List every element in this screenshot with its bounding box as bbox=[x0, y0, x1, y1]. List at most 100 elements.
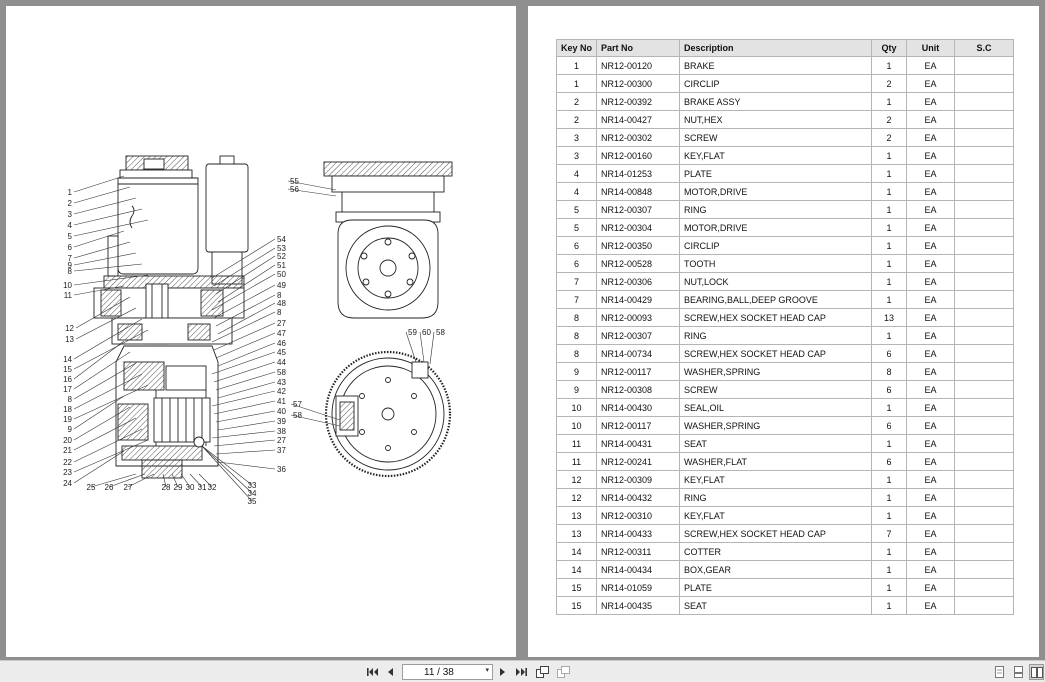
table-row: 6 NR12-00350 CIRCLIP 1 EA bbox=[555, 236, 1015, 255]
cell-sc bbox=[954, 326, 1015, 345]
table-row: 2 NR14-00427 NUT,HEX 2 EA bbox=[555, 110, 1015, 129]
cell-key-no: 12 bbox=[555, 488, 598, 507]
last-page-icon[interactable] bbox=[514, 664, 528, 680]
cell-qty: 2 bbox=[871, 74, 908, 93]
cell-qty: 2 bbox=[871, 128, 908, 147]
cell-key-no: 5 bbox=[555, 200, 598, 219]
cell-sc bbox=[954, 452, 1015, 471]
table-row: 11 NR12-00241 WASHER,FLAT 6 EA bbox=[555, 452, 1015, 471]
cell-qty: 1 bbox=[871, 254, 908, 273]
fit-width-icon[interactable] bbox=[556, 664, 570, 680]
cell-sc bbox=[954, 398, 1015, 417]
cell-qty: 1 bbox=[871, 236, 908, 255]
cell-unit: EA bbox=[906, 200, 956, 219]
cell-unit: EA bbox=[906, 254, 956, 273]
cell-description: PLATE bbox=[679, 578, 873, 597]
cell-description: NUT,HEX bbox=[679, 110, 873, 129]
table-row: 9 NR12-00117 WASHER,SPRING 8 EA bbox=[555, 362, 1015, 381]
cell-qty: 1 bbox=[871, 164, 908, 183]
callout-number: 37 bbox=[277, 446, 286, 455]
cell-description: RING bbox=[679, 200, 873, 219]
cell-sc bbox=[954, 272, 1015, 291]
cell-qty: 1 bbox=[871, 182, 908, 201]
cell-qty: 6 bbox=[871, 380, 908, 399]
cell-unit: EA bbox=[906, 308, 956, 327]
fit-page-icon[interactable] bbox=[535, 664, 549, 680]
cell-unit: EA bbox=[906, 272, 956, 291]
cell-unit: EA bbox=[906, 74, 956, 93]
cell-description: WASHER,SPRING bbox=[679, 416, 873, 435]
chevron-down-icon[interactable]: ▾ bbox=[485, 666, 489, 674]
cell-key-no: 8 bbox=[555, 308, 598, 327]
table-row: 6 NR12-00528 TOOTH 1 EA bbox=[555, 254, 1015, 273]
callout-number: 27 bbox=[124, 483, 133, 492]
cell-part-no: NR14-00848 bbox=[596, 182, 681, 201]
cell-description: SEAL,OIL bbox=[679, 398, 873, 417]
parts-table-body: 1 NR12-00120 BRAKE 1 EA 1 NR12-00300 CIRCLIP 2 EA… bbox=[555, 56, 1015, 615]
callout-number: 10 bbox=[63, 281, 72, 290]
callout-number: 31 bbox=[198, 483, 207, 492]
callout-number: 45 bbox=[277, 348, 286, 357]
cell-description: BRAKE bbox=[679, 56, 873, 75]
cell-unit: EA bbox=[906, 326, 956, 345]
continuous-icon[interactable] bbox=[1012, 664, 1024, 680]
cell-qty: 1 bbox=[871, 596, 908, 615]
cell-description: BEARING,BALL,DEEP GROOVE bbox=[679, 290, 873, 309]
cell-key-no: 4 bbox=[555, 182, 598, 201]
cell-description: SCREW bbox=[679, 380, 873, 399]
cell-sc bbox=[954, 488, 1015, 507]
cell-key-no: 8 bbox=[555, 326, 598, 345]
first-page-icon[interactable] bbox=[366, 664, 380, 680]
leader-line bbox=[211, 351, 276, 375]
callout-number: 6 bbox=[68, 243, 73, 252]
prev-page-icon[interactable] bbox=[384, 664, 396, 680]
table-row: 5 NR12-00304 MOTOR,DRIVE 1 EA bbox=[555, 218, 1015, 237]
cell-description: KEY,FLAT bbox=[679, 146, 873, 165]
cell-sc bbox=[954, 56, 1015, 75]
page-number-field[interactable]: 11 / 38 ▾ bbox=[402, 664, 493, 680]
cell-key-no: 14 bbox=[555, 542, 598, 561]
cell-qty: 1 bbox=[871, 578, 908, 597]
cell-description: BRAKE ASSY bbox=[679, 92, 873, 111]
cell-qty: 13 bbox=[871, 308, 908, 327]
cell-part-no: NR12-00117 bbox=[596, 416, 681, 435]
cell-part-no: NR12-00093 bbox=[596, 308, 681, 327]
table-row: 8 NR12-00093 SCREW,HEX SOCKET HEAD CAP 13 EA bbox=[555, 308, 1015, 327]
callout-number: 27 bbox=[277, 436, 286, 445]
table-row: 14 NR12-00311 COTTER 1 EA bbox=[555, 542, 1015, 561]
table-row: 12 NR12-00309 KEY,FLAT 1 EA bbox=[555, 470, 1015, 489]
cell-unit: EA bbox=[906, 128, 956, 147]
callout-number: 8 bbox=[68, 395, 73, 404]
cell-key-no: 5 bbox=[555, 218, 598, 237]
cell-qty: 1 bbox=[871, 326, 908, 345]
cell-qty: 8 bbox=[871, 362, 908, 381]
cell-unit: EA bbox=[906, 92, 956, 111]
cell-description: SEAT bbox=[679, 596, 873, 615]
next-page-icon[interactable] bbox=[497, 664, 509, 680]
callout-number: 5 bbox=[68, 232, 73, 241]
cell-unit: EA bbox=[906, 596, 956, 615]
header-sc: S.C bbox=[954, 39, 1015, 57]
cell-part-no: NR12-00308 bbox=[596, 380, 681, 399]
cell-part-no: NR12-00528 bbox=[596, 254, 681, 273]
leader-line bbox=[217, 381, 276, 399]
cell-key-no: 10 bbox=[555, 416, 598, 435]
leader-line bbox=[217, 420, 276, 431]
leader-line bbox=[201, 445, 253, 502]
cell-qty: 1 bbox=[871, 506, 908, 525]
callout-number: 11 bbox=[64, 291, 73, 300]
callout-number: 15 bbox=[63, 365, 72, 374]
cell-sc bbox=[954, 578, 1015, 597]
facing-icon[interactable] bbox=[1029, 664, 1044, 680]
cell-part-no: NR12-00302 bbox=[596, 128, 681, 147]
cell-sc bbox=[954, 146, 1015, 165]
cell-part-no: NR12-00392 bbox=[596, 92, 681, 111]
cell-key-no: 14 bbox=[555, 560, 598, 579]
single-page-icon[interactable] bbox=[993, 664, 1005, 680]
page-indicator: 11 / 38 bbox=[424, 666, 454, 678]
callout-number: 22 bbox=[63, 458, 72, 467]
callout-number: 14 bbox=[63, 355, 72, 364]
table-row: 8 NR14-00734 SCREW,HEX SOCKET HEAD CAP 6 EA bbox=[555, 344, 1015, 363]
cell-part-no: NR14-00435 bbox=[596, 596, 681, 615]
cell-sc bbox=[954, 290, 1015, 309]
